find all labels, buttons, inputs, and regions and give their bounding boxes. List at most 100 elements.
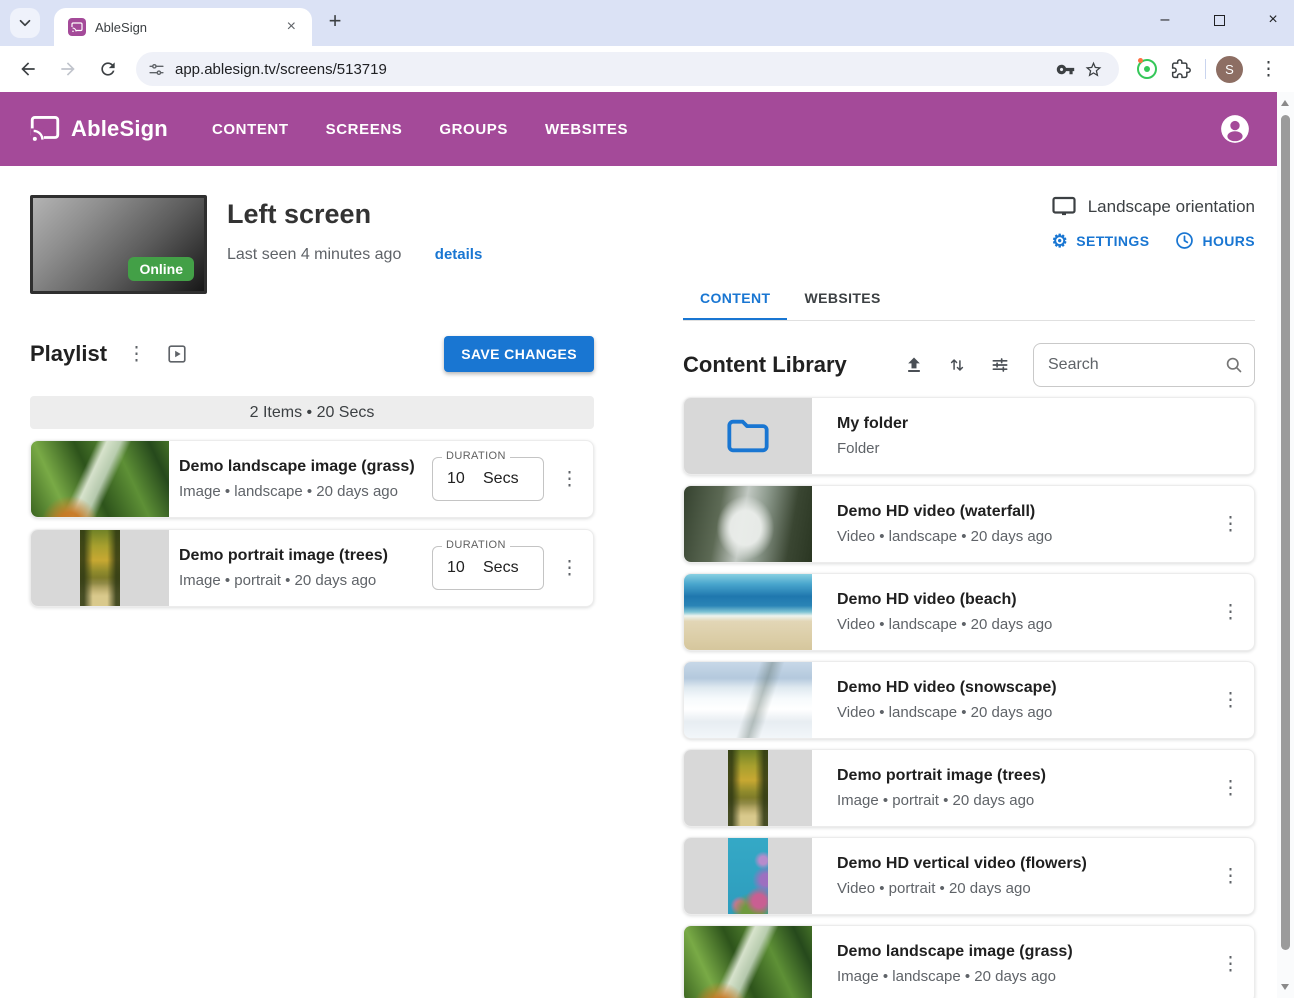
back-button[interactable] xyxy=(12,53,44,85)
item-title: Demo HD vertical video (flowers) xyxy=(837,855,1215,873)
preview-slideshow-icon[interactable] xyxy=(166,343,188,365)
library-item[interactable]: Demo HD vertical video (flowers) Video •… xyxy=(683,837,1255,915)
screen-info: Online Left screen Last seen 4 minutes a… xyxy=(30,195,594,294)
scrollbar-thumb[interactable] xyxy=(1281,115,1290,950)
library-item[interactable]: Demo HD video (waterfall) Video • landsc… xyxy=(683,485,1255,563)
item-title: Demo HD video (snowscape) xyxy=(837,679,1215,697)
scroll-up-arrow[interactable] xyxy=(1281,100,1289,106)
extensions-puzzle-icon[interactable] xyxy=(1167,55,1195,83)
item-title: Demo landscape image (grass) xyxy=(179,458,432,476)
tab-strip: AbleSign × + – × xyxy=(0,0,1294,46)
item-meta: Video • landscape • 20 days ago xyxy=(837,528,1215,545)
bookmark-star-icon[interactable] xyxy=(1079,55,1107,83)
page: AbleSign CONTENT SCREENS GROUPS WEBSITES… xyxy=(0,92,1277,998)
item-meta: Image • portrait • 20 days ago xyxy=(179,572,432,589)
tab-search-button[interactable] xyxy=(10,8,40,38)
scroll-down-arrow[interactable] xyxy=(1281,984,1289,990)
filter-icon[interactable] xyxy=(990,355,1010,375)
browser-tab[interactable]: AbleSign × xyxy=(54,8,312,46)
item-menu-icon[interactable]: ⋮ xyxy=(1215,511,1246,538)
settings-button[interactable]: ⚙ SETTINGS xyxy=(1052,232,1150,250)
library-item[interactable]: Demo landscape image (grass) Image • lan… xyxy=(683,925,1255,998)
search-input[interactable] xyxy=(1048,356,1224,374)
duration-input[interactable] xyxy=(433,559,477,577)
new-tab-button[interactable]: + xyxy=(320,6,350,36)
cast-screen-icon xyxy=(30,116,60,142)
item-meta: Image • portrait • 20 days ago xyxy=(837,792,1215,809)
item-meta: Image • landscape • 20 days ago xyxy=(179,483,432,500)
item-meta: Video • landscape • 20 days ago xyxy=(837,704,1215,721)
library-item[interactable]: Demo HD video (snowscape) Video • landsc… xyxy=(683,661,1255,739)
item-menu-icon[interactable]: ⋮ xyxy=(1215,599,1246,626)
item-title: Demo portrait image (trees) xyxy=(179,547,432,565)
library-item-folder[interactable]: My folder Folder xyxy=(683,397,1255,475)
tab-websites[interactable]: WEBSITES xyxy=(787,277,897,320)
thumbnail-flowers-portrait xyxy=(684,837,812,915)
toolbar-divider xyxy=(1205,59,1206,79)
account-circle-icon[interactable] xyxy=(1219,113,1251,145)
window-controls: – × xyxy=(1150,0,1288,40)
item-title: Demo portrait image (trees) xyxy=(837,767,1215,785)
brand-name[interactable]: AbleSign xyxy=(71,116,168,142)
duration-unit: Secs xyxy=(483,559,519,577)
ablesign-favicon-icon xyxy=(68,18,86,36)
duration-input[interactable] xyxy=(433,470,477,488)
page-scrollbar[interactable] xyxy=(1277,92,1294,998)
nav-content[interactable]: CONTENT xyxy=(212,121,289,138)
sort-icon[interactable] xyxy=(947,355,967,375)
maximize-button[interactable] xyxy=(1204,5,1234,35)
tab-close-icon[interactable]: × xyxy=(281,16,302,38)
page-title: Left screen xyxy=(227,199,482,230)
playlist-menu-icon[interactable]: ⋮ xyxy=(127,345,146,364)
library-item[interactable]: Demo HD video (beach) Video • landscape … xyxy=(683,573,1255,651)
nav-screens[interactable]: SCREENS xyxy=(326,121,403,138)
playlist-item[interactable]: Demo landscape image (grass) Image • lan… xyxy=(30,440,594,518)
item-menu-icon[interactable]: ⋮ xyxy=(1215,687,1246,714)
playlist-title: Playlist xyxy=(30,341,107,367)
nav-websites[interactable]: WEBSITES xyxy=(545,121,628,138)
last-seen-text: Last seen 4 minutes ago xyxy=(227,246,401,263)
orientation-label: Landscape orientation xyxy=(1088,197,1255,217)
save-changes-button[interactable]: SAVE CHANGES xyxy=(444,336,594,372)
thumbnail-beach xyxy=(684,573,812,651)
playlist-item[interactable]: Demo portrait image (trees) Image • port… xyxy=(30,529,594,607)
library-item[interactable]: Demo portrait image (trees) Image • port… xyxy=(683,749,1255,827)
orientation-block: Landscape orientation ⚙ SETTINGS HOURS xyxy=(683,196,1255,250)
thumbnail-trees-portrait xyxy=(684,749,812,827)
portrait-image xyxy=(728,837,768,915)
library-header: Content Library xyxy=(683,343,1255,387)
profile-avatar[interactable]: S xyxy=(1216,56,1243,83)
nav-groups[interactable]: GROUPS xyxy=(439,121,508,138)
browser-toolbar: app.ablesign.tv/screens/513719 S ⋮ xyxy=(0,46,1294,92)
duration-field: DURATION Secs xyxy=(432,546,544,590)
item-menu-icon[interactable]: ⋮ xyxy=(1215,775,1246,802)
reload-button[interactable] xyxy=(92,53,124,85)
upload-icon[interactable] xyxy=(904,355,924,375)
thumbnail-grass xyxy=(31,440,169,518)
item-menu-icon[interactable]: ⋮ xyxy=(554,466,585,493)
minimize-button[interactable]: – xyxy=(1150,5,1180,35)
item-title: Demo HD video (waterfall) xyxy=(837,503,1215,521)
maximize-icon xyxy=(1214,15,1225,26)
search-icon[interactable] xyxy=(1224,355,1244,375)
left-column: Online Left screen Last seen 4 minutes a… xyxy=(30,166,594,998)
details-link[interactable]: details xyxy=(435,246,483,263)
duration-field: DURATION Secs xyxy=(432,457,544,501)
hours-button[interactable]: HOURS xyxy=(1175,231,1255,250)
search-box xyxy=(1033,343,1255,387)
forward-button[interactable] xyxy=(52,53,84,85)
site-settings-icon[interactable] xyxy=(148,61,165,78)
tab-content[interactable]: CONTENT xyxy=(683,277,787,320)
address-bar[interactable]: app.ablesign.tv/screens/513719 xyxy=(136,52,1119,86)
item-menu-icon[interactable]: ⋮ xyxy=(554,555,585,582)
item-menu-icon[interactable]: ⋮ xyxy=(1215,951,1246,978)
browser-menu-icon[interactable]: ⋮ xyxy=(1253,60,1284,79)
close-button[interactable]: × xyxy=(1258,5,1288,35)
duration-label: DURATION xyxy=(442,450,510,462)
password-key-icon[interactable] xyxy=(1051,55,1079,83)
item-menu-icon[interactable]: ⋮ xyxy=(1215,863,1246,890)
browser-chrome: AbleSign × + – × app.ablesign.tv/screens… xyxy=(0,0,1294,92)
gear-icon: ⚙ xyxy=(1052,232,1069,250)
item-title: My folder xyxy=(837,415,1254,433)
extension-icon-green[interactable] xyxy=(1137,59,1157,79)
